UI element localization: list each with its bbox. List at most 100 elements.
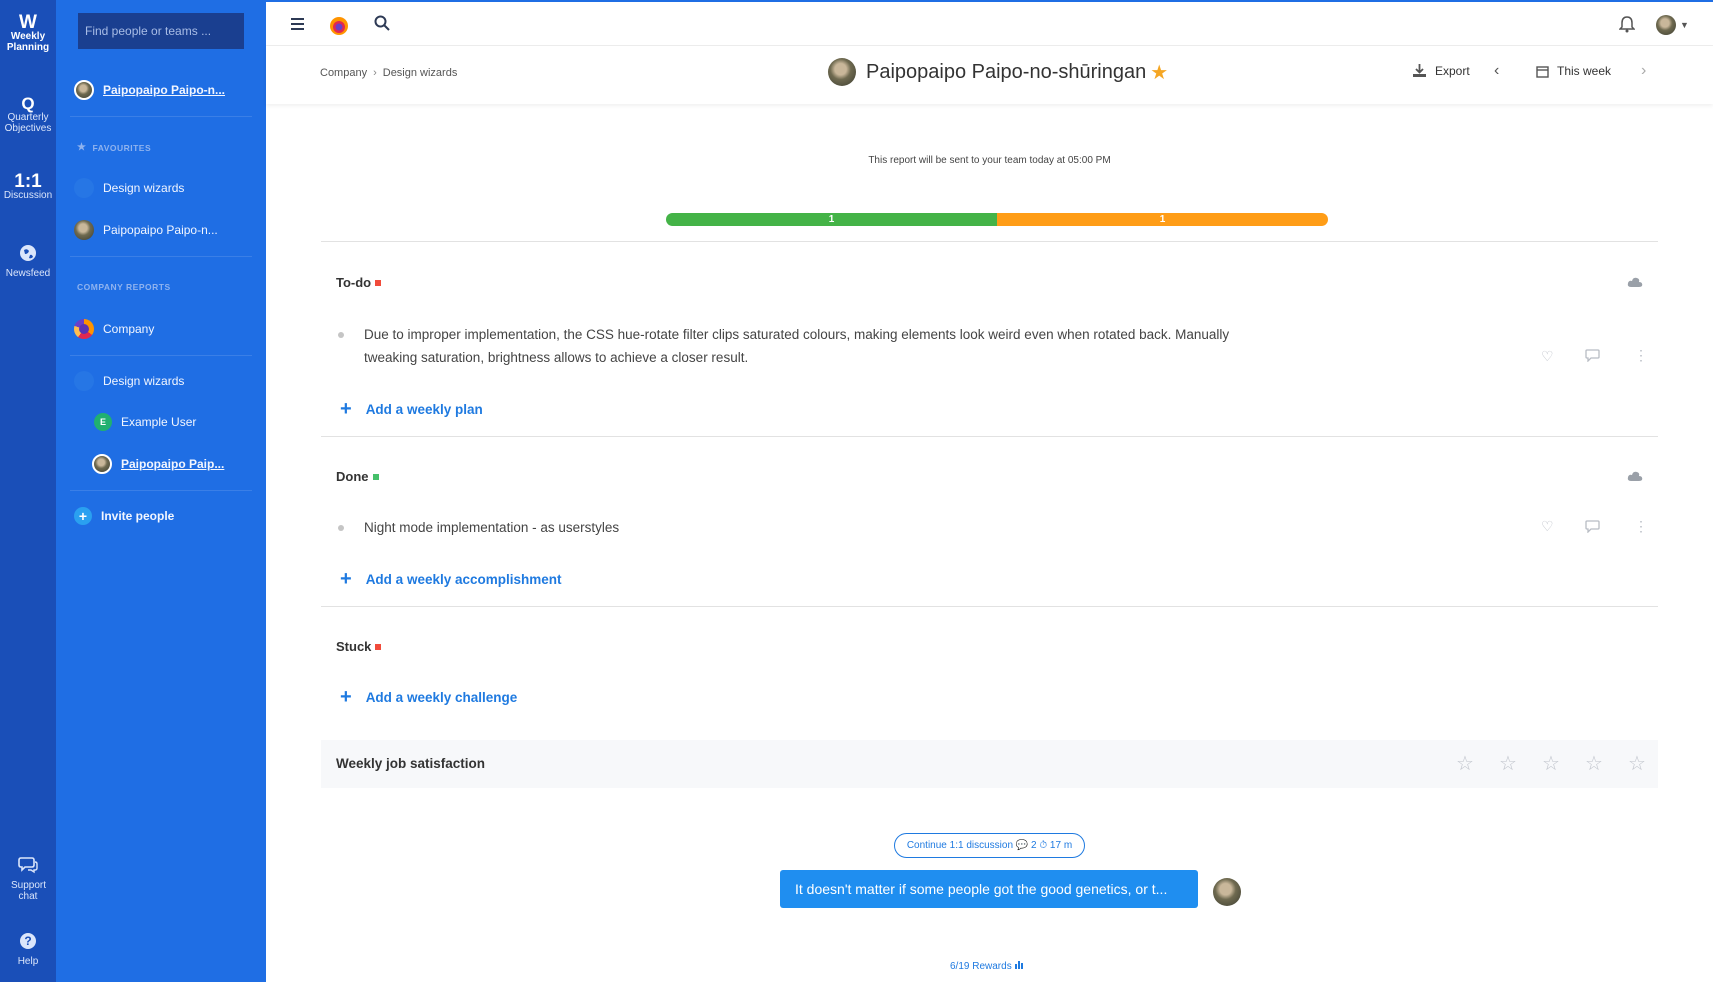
breadcrumb-design-wizards[interactable]: Design wizards xyxy=(383,67,458,79)
rewards-link[interactable]: 6/19 Rewards xyxy=(950,960,1024,972)
status-square xyxy=(372,473,379,480)
export-button[interactable]: Export xyxy=(1412,63,1470,78)
next-week-icon[interactable]: › xyxy=(1641,62,1646,80)
report-header: Company › Design wizards Paipopaipo Paip… xyxy=(266,46,1713,104)
rail-label: Weekly Planning xyxy=(6,31,50,53)
rail-weekly-planning[interactable]: W Weekly Planning xyxy=(0,12,56,53)
svg-text:?: ? xyxy=(24,934,31,948)
sidebar-item-team[interactable]: Design wizards xyxy=(74,369,254,393)
bullet xyxy=(338,525,344,531)
invite-people-button[interactable]: + Invite people xyxy=(74,504,254,528)
sidebar-item-label: Paipopaipo Paipo-n... xyxy=(103,83,226,97)
favourites-heading: ★ FAVOURITES xyxy=(77,142,151,153)
rail-support-chat[interactable]: Support chat xyxy=(0,856,56,902)
section-label: FAVOURITES xyxy=(92,142,152,153)
progress-segment-todo: 1 xyxy=(997,213,1328,226)
sidebar-item-label: Paipopaipo Paipo-n... xyxy=(103,223,218,237)
rail-label: Quarterly Objectives xyxy=(4,112,52,134)
star-icon: ★ xyxy=(77,142,87,153)
download-icon xyxy=(1413,64,1426,77)
rating-star-5-icon[interactable]: ☆ xyxy=(1628,751,1646,776)
rail-quarterly-objectives[interactable]: Q Quarterly Objectives xyxy=(0,94,56,134)
add-weekly-accomplishment-button[interactable]: + Add a weekly accomplishment xyxy=(340,568,562,591)
like-heart-icon[interactable]: ♡ xyxy=(1541,348,1554,365)
sidebar-item-label: Example User xyxy=(121,415,197,429)
rail-help[interactable]: ? Help xyxy=(0,932,56,967)
like-heart-icon[interactable]: ♡ xyxy=(1541,518,1554,535)
plus-icon: + xyxy=(340,398,352,420)
favourite-star-icon[interactable]: ★ xyxy=(1150,60,1168,85)
rating-star-1-icon[interactable]: ☆ xyxy=(1456,751,1474,776)
previous-week-icon[interactable]: ‹ xyxy=(1494,62,1499,80)
cloud-upload-icon[interactable] xyxy=(1627,469,1643,485)
list-item[interactable]: Night mode implementation - as userstyle… xyxy=(338,516,1238,539)
letter-avatar: E xyxy=(94,413,112,431)
add-weekly-plan-button[interactable]: + Add a weekly plan xyxy=(340,398,483,421)
quarterly-objectives-icon: Q xyxy=(21,94,35,113)
item-text: Due to improper implementation, the CSS … xyxy=(364,327,1230,365)
rail-newsfeed[interactable]: Newsfeed xyxy=(0,244,56,279)
divider xyxy=(70,116,252,117)
add-weekly-challenge-button[interactable]: + Add a weekly challenge xyxy=(340,686,517,709)
add-label: Add a weekly accomplishment xyxy=(365,572,562,587)
section-title-todo: To-do xyxy=(336,275,382,290)
status-square xyxy=(375,279,382,286)
divider xyxy=(70,355,252,356)
export-label: Export xyxy=(1435,63,1470,78)
status-progress-bar: 1 1 xyxy=(666,213,1328,226)
comment-icon[interactable] xyxy=(1585,349,1600,365)
rating-star-4-icon[interactable]: ☆ xyxy=(1585,751,1603,776)
sidebar-item-design-wizards[interactable]: Design wizards xyxy=(74,176,254,200)
calendar-icon xyxy=(1536,65,1549,78)
caret-down-icon: ▼ xyxy=(1680,20,1689,30)
plus-icon: + xyxy=(74,507,92,525)
rail-discussion[interactable]: 1:1 Discussion xyxy=(0,171,56,201)
company-logo-icon[interactable] xyxy=(329,16,349,41)
sidebar-item-paipopaipo-member[interactable]: Paipopaipo Paip... xyxy=(92,452,272,476)
user-menu[interactable]: ▼ xyxy=(1656,15,1689,35)
team-avatar xyxy=(74,178,94,198)
help-icon: ? xyxy=(0,932,56,953)
list-item[interactable]: Due to improper implementation, the CSS … xyxy=(338,323,1238,369)
avatar xyxy=(92,454,112,474)
sidebar-item-label: Design wizards xyxy=(103,374,185,388)
rail-label: Discussion xyxy=(3,190,53,201)
sidebar-item-label: Paipopaipo Paip... xyxy=(121,457,225,471)
more-vertical-icon[interactable]: ⋮ xyxy=(1634,347,1648,364)
bar-chart-icon xyxy=(1014,961,1024,972)
search-icon[interactable] xyxy=(374,15,390,36)
sidebar-item-paipopaipo[interactable]: Paipopaipo Paipo-n... xyxy=(74,218,254,242)
more-vertical-icon[interactable]: ⋮ xyxy=(1634,518,1648,535)
sidebar-item-example-user[interactable]: E Example User xyxy=(94,410,274,434)
breadcrumb: Company › Design wizards xyxy=(320,67,457,79)
chat-icon xyxy=(0,856,56,877)
breadcrumb-company[interactable]: Company xyxy=(320,67,367,79)
add-label: Add a weekly challenge xyxy=(365,690,518,705)
period-selector[interactable]: This week xyxy=(1536,64,1611,78)
progress-segment-done: 1 xyxy=(666,213,997,226)
avatar xyxy=(74,220,94,240)
weekly-planning-icon: W xyxy=(19,12,37,33)
sidebar-current-user[interactable]: Paipopaipo Paipo-n... xyxy=(74,78,254,102)
discussion-icon: 1:1 xyxy=(14,171,42,192)
search-input[interactable] xyxy=(78,13,244,49)
last-message-bubble[interactable]: It doesn't matter if some people got the… xyxy=(780,870,1198,908)
divider xyxy=(70,490,252,491)
bell-icon[interactable] xyxy=(1618,15,1636,38)
comment-icon[interactable] xyxy=(1585,520,1600,536)
title-wrap: Paipopaipo Paipo-no-shūringan ★ xyxy=(828,58,1168,86)
top-bar: ▼ xyxy=(266,0,1713,46)
sidebar-item-label: Company xyxy=(103,322,155,336)
rating-star-3-icon[interactable]: ☆ xyxy=(1542,751,1560,776)
cloud-upload-icon[interactable] xyxy=(1627,275,1643,291)
company-logo-icon xyxy=(74,319,94,339)
rating-star-2-icon[interactable]: ☆ xyxy=(1499,751,1517,776)
hamburger-menu-icon[interactable] xyxy=(290,15,306,36)
avatar xyxy=(74,80,94,100)
sidebar-item-company[interactable]: Company xyxy=(74,317,254,341)
satisfaction-label: Weekly job satisfaction xyxy=(336,756,486,771)
rewards-label: 6/19 Rewards xyxy=(950,961,1012,972)
continue-discussion-button[interactable]: Continue 1:1 discussion 💬 2 ⏱ 17 m xyxy=(894,833,1085,858)
chevron-right-icon: › xyxy=(373,67,377,79)
plus-icon: + xyxy=(340,568,352,590)
